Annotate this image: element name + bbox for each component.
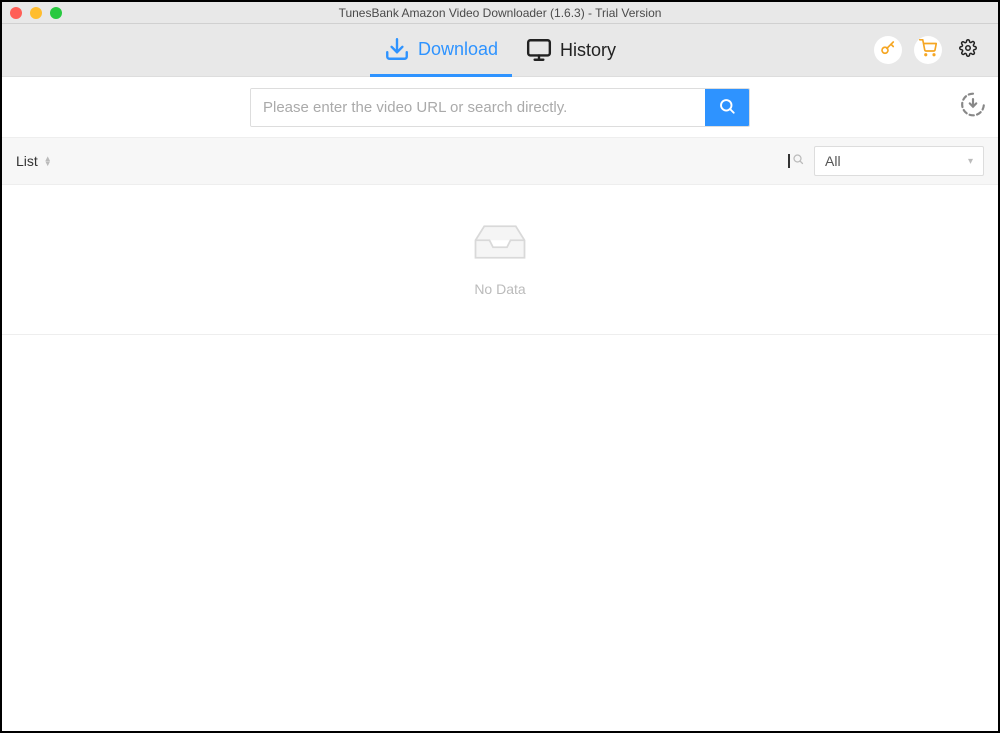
register-button[interactable]	[874, 36, 902, 64]
monitor-icon	[526, 37, 552, 63]
filter-selected-value: All	[825, 153, 841, 169]
gear-icon	[959, 39, 977, 62]
search-button[interactable]	[705, 89, 749, 126]
chevron-down-icon: ▾	[968, 156, 973, 167]
search-box	[250, 88, 750, 127]
close-window-button[interactable]	[10, 7, 22, 19]
header-bar: Download History	[2, 24, 998, 77]
settings-button[interactable]	[954, 36, 982, 64]
search-icon	[792, 152, 804, 170]
download-icon	[384, 36, 410, 62]
inbox-icon	[472, 222, 528, 267]
empty-message: No Data	[474, 281, 525, 297]
text-cursor-icon	[788, 154, 790, 168]
search-input[interactable]	[251, 89, 705, 126]
purchase-button[interactable]	[914, 36, 942, 64]
key-icon	[879, 39, 897, 62]
sort-icon: ▲▼	[44, 156, 52, 166]
list-label: List	[16, 153, 38, 169]
search-row	[2, 77, 998, 137]
titlebar: TunesBank Amazon Video Downloader (1.6.3…	[2, 2, 998, 24]
list-filters: All ▾	[788, 146, 984, 176]
header-actions	[874, 36, 982, 64]
tab-download[interactable]: Download	[370, 25, 512, 77]
list-sort[interactable]: List ▲▼	[16, 153, 52, 169]
maximize-window-button[interactable]	[50, 7, 62, 19]
downloads-indicator[interactable]	[960, 92, 986, 123]
download-progress-icon	[960, 105, 986, 122]
window-title: TunesBank Amazon Video Downloader (1.6.3…	[2, 6, 998, 20]
empty-state: No Data	[2, 185, 998, 335]
filter-select[interactable]: All ▾	[814, 146, 984, 176]
list-search-button[interactable]	[788, 153, 804, 169]
list-toolbar: List ▲▼ All ▾	[2, 137, 998, 185]
tab-download-label: Download	[418, 39, 498, 60]
search-icon	[718, 97, 736, 118]
tab-history-label: History	[560, 40, 616, 61]
cart-icon	[919, 39, 937, 62]
minimize-window-button[interactable]	[30, 7, 42, 19]
tab-history[interactable]: History	[512, 24, 630, 76]
window-controls	[2, 7, 62, 19]
main-tabs: Download History	[370, 24, 630, 76]
